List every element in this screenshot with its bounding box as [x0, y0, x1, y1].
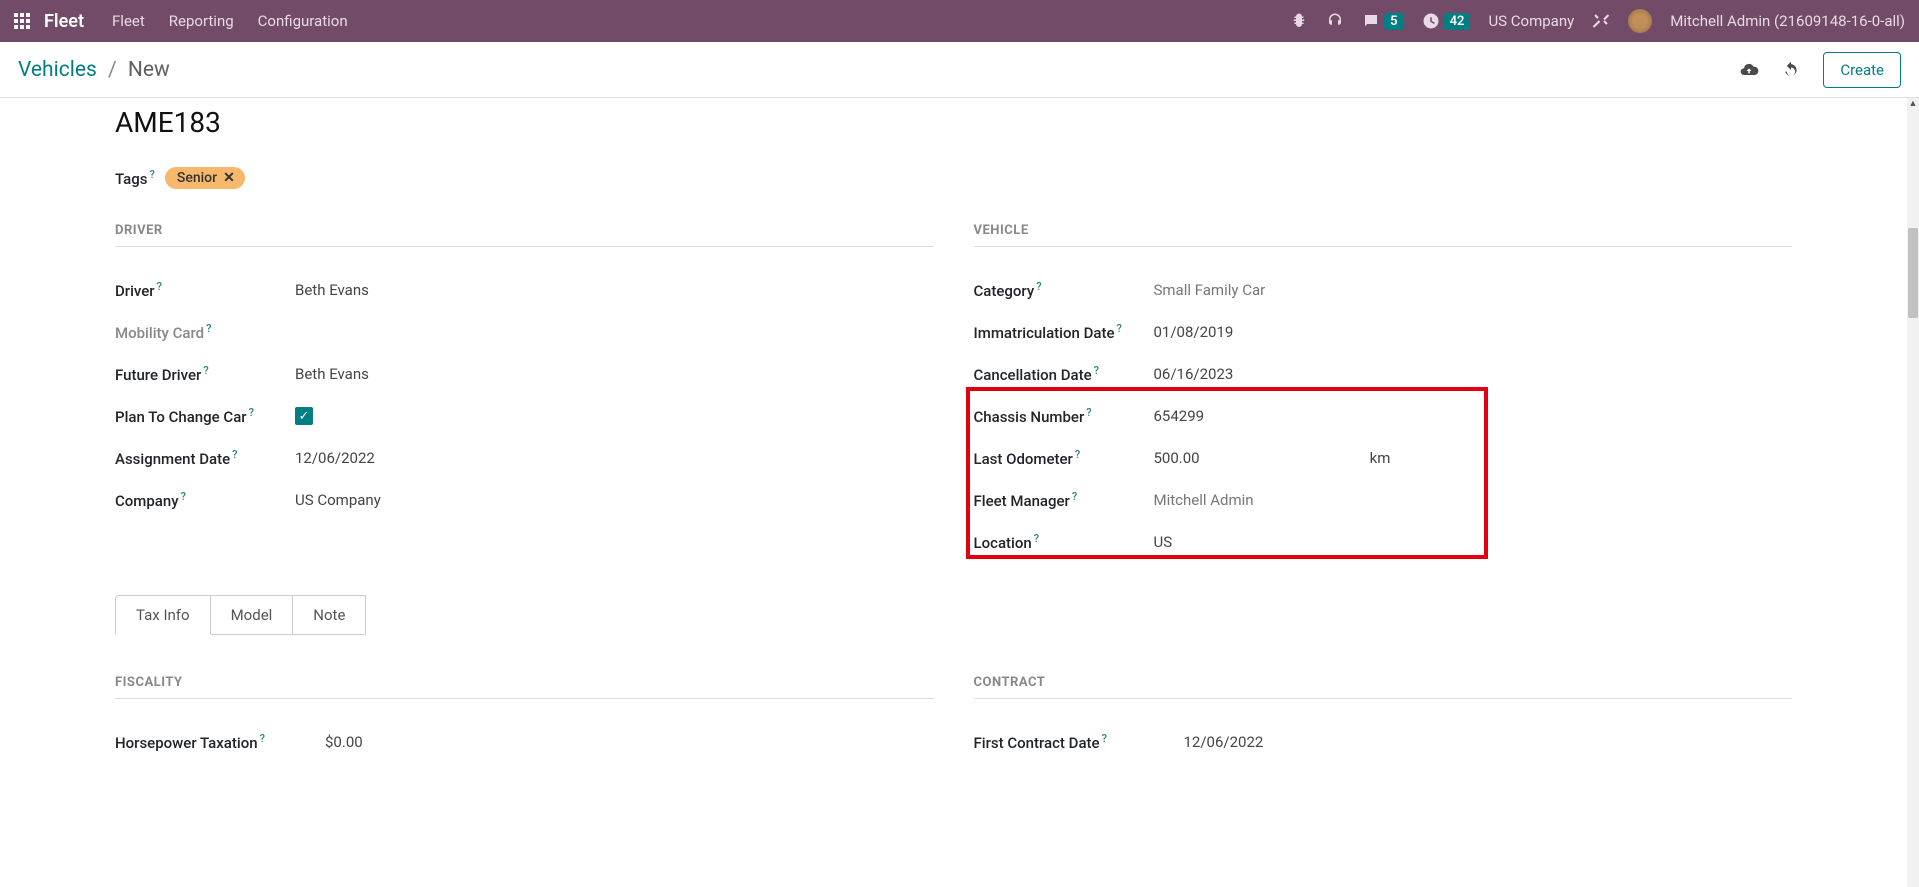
- first-contract-value[interactable]: 12/06/2022: [1184, 733, 1264, 751]
- license-plate-value[interactable]: AME183: [115, 106, 1792, 139]
- future-driver-label: Future Driver?: [115, 364, 295, 384]
- menu-fleet[interactable]: Fleet: [112, 12, 145, 30]
- help-icon[interactable]: ?: [1094, 364, 1099, 377]
- tab-model[interactable]: Model: [210, 595, 294, 635]
- app-title: Fleet: [44, 11, 84, 32]
- company-selector[interactable]: US Company: [1488, 12, 1574, 30]
- tab-tax-info[interactable]: Tax Info: [115, 595, 211, 635]
- first-contract-label: First Contract Date?: [974, 732, 1184, 752]
- hp-tax-label: Horsepower Taxation?: [115, 732, 325, 752]
- tools-icon[interactable]: [1592, 12, 1610, 30]
- user-menu[interactable]: Mitchell Admin (21609148-16-0-all): [1670, 12, 1905, 30]
- vehicle-section-title: VEHICLE: [974, 223, 1793, 247]
- contract-section-title: CONTRACT: [974, 675, 1793, 699]
- tag-label: Senior: [177, 170, 217, 186]
- help-icon[interactable]: ?: [232, 448, 237, 461]
- mobility-card-label: Mobility Card?: [115, 322, 295, 342]
- support-icon[interactable]: [1326, 12, 1344, 30]
- help-icon[interactable]: ?: [260, 732, 265, 745]
- help-icon[interactable]: ?: [1116, 322, 1121, 335]
- license-plate-label: License Plate: [115, 98, 1792, 102]
- immat-date-label: Immatriculation Date?: [974, 322, 1154, 342]
- form-sheet: License Plate AME183 Tags? Senior ✕ DRIV…: [0, 98, 1907, 763]
- help-icon[interactable]: ?: [149, 168, 154, 181]
- top-navbar: Fleet Fleet Reporting Configuration 5 42…: [0, 0, 1919, 42]
- breadcrumb: Vehicles / New: [18, 58, 170, 82]
- create-button[interactable]: Create: [1823, 52, 1901, 88]
- chat-icon: [1362, 12, 1380, 30]
- bug-icon[interactable]: [1290, 12, 1308, 30]
- plan-change-checkbox[interactable]: ✓: [295, 407, 313, 425]
- activities-button[interactable]: 42: [1422, 12, 1471, 30]
- cancel-date-value[interactable]: 06/16/2023: [1154, 365, 1234, 383]
- tags-label: Tags?: [115, 168, 155, 188]
- control-panel: Vehicles / New Create: [0, 42, 1919, 98]
- help-icon[interactable]: ?: [1102, 732, 1107, 745]
- hp-tax-value[interactable]: $0.00: [325, 733, 363, 751]
- discard-icon[interactable]: [1781, 60, 1801, 80]
- menu-configuration[interactable]: Configuration: [258, 12, 348, 30]
- scrollbar-thumb[interactable]: [1908, 228, 1918, 318]
- breadcrumb-sep: /: [108, 58, 117, 82]
- scrollbar[interactable]: ▲: [1907, 98, 1919, 887]
- breadcrumb-current: New: [128, 58, 170, 82]
- company-label: Company?: [115, 490, 295, 510]
- driver-label: Driver?: [115, 280, 295, 300]
- help-icon[interactable]: ?: [181, 490, 186, 503]
- driver-section-title: DRIVER: [115, 223, 934, 247]
- help-icon[interactable]: ?: [249, 406, 254, 419]
- tag-senior[interactable]: Senior ✕: [165, 167, 245, 189]
- scroll-up-icon[interactable]: ▲: [1907, 98, 1919, 110]
- clock-icon: [1422, 12, 1440, 30]
- cancel-date-label: Cancellation Date?: [974, 364, 1154, 384]
- category-label: Category?: [974, 280, 1154, 300]
- help-icon[interactable]: ?: [203, 364, 208, 377]
- plan-change-label: Plan To Change Car?: [115, 406, 295, 426]
- cloud-upload-icon[interactable]: [1739, 60, 1759, 80]
- company-value[interactable]: US Company: [295, 491, 381, 509]
- driver-value[interactable]: Beth Evans: [295, 281, 369, 299]
- highlight-annotation: [966, 387, 1488, 559]
- help-icon[interactable]: ?: [206, 322, 211, 335]
- messages-count: 5: [1384, 13, 1403, 30]
- help-icon[interactable]: ?: [1036, 280, 1041, 293]
- assignment-date-label: Assignment Date?: [115, 448, 295, 468]
- fiscality-section-title: FISCALITY: [115, 675, 934, 699]
- avatar[interactable]: [1628, 9, 1652, 33]
- menu-reporting[interactable]: Reporting: [169, 12, 234, 30]
- future-driver-value[interactable]: Beth Evans: [295, 365, 369, 383]
- category-value[interactable]: Small Family Car: [1154, 281, 1266, 299]
- assignment-date-value[interactable]: 12/06/2022: [295, 449, 375, 467]
- apps-icon[interactable]: [14, 13, 30, 29]
- tab-note[interactable]: Note: [292, 595, 366, 635]
- messages-button[interactable]: 5: [1362, 12, 1403, 30]
- immat-date-value[interactable]: 01/08/2019: [1154, 323, 1234, 341]
- activities-count: 42: [1444, 13, 1471, 30]
- breadcrumb-root[interactable]: Vehicles: [18, 58, 97, 82]
- tab-bar: Tax Info Model Note: [115, 595, 1792, 635]
- help-icon[interactable]: ?: [157, 280, 162, 293]
- tag-remove-icon[interactable]: ✕: [223, 170, 235, 186]
